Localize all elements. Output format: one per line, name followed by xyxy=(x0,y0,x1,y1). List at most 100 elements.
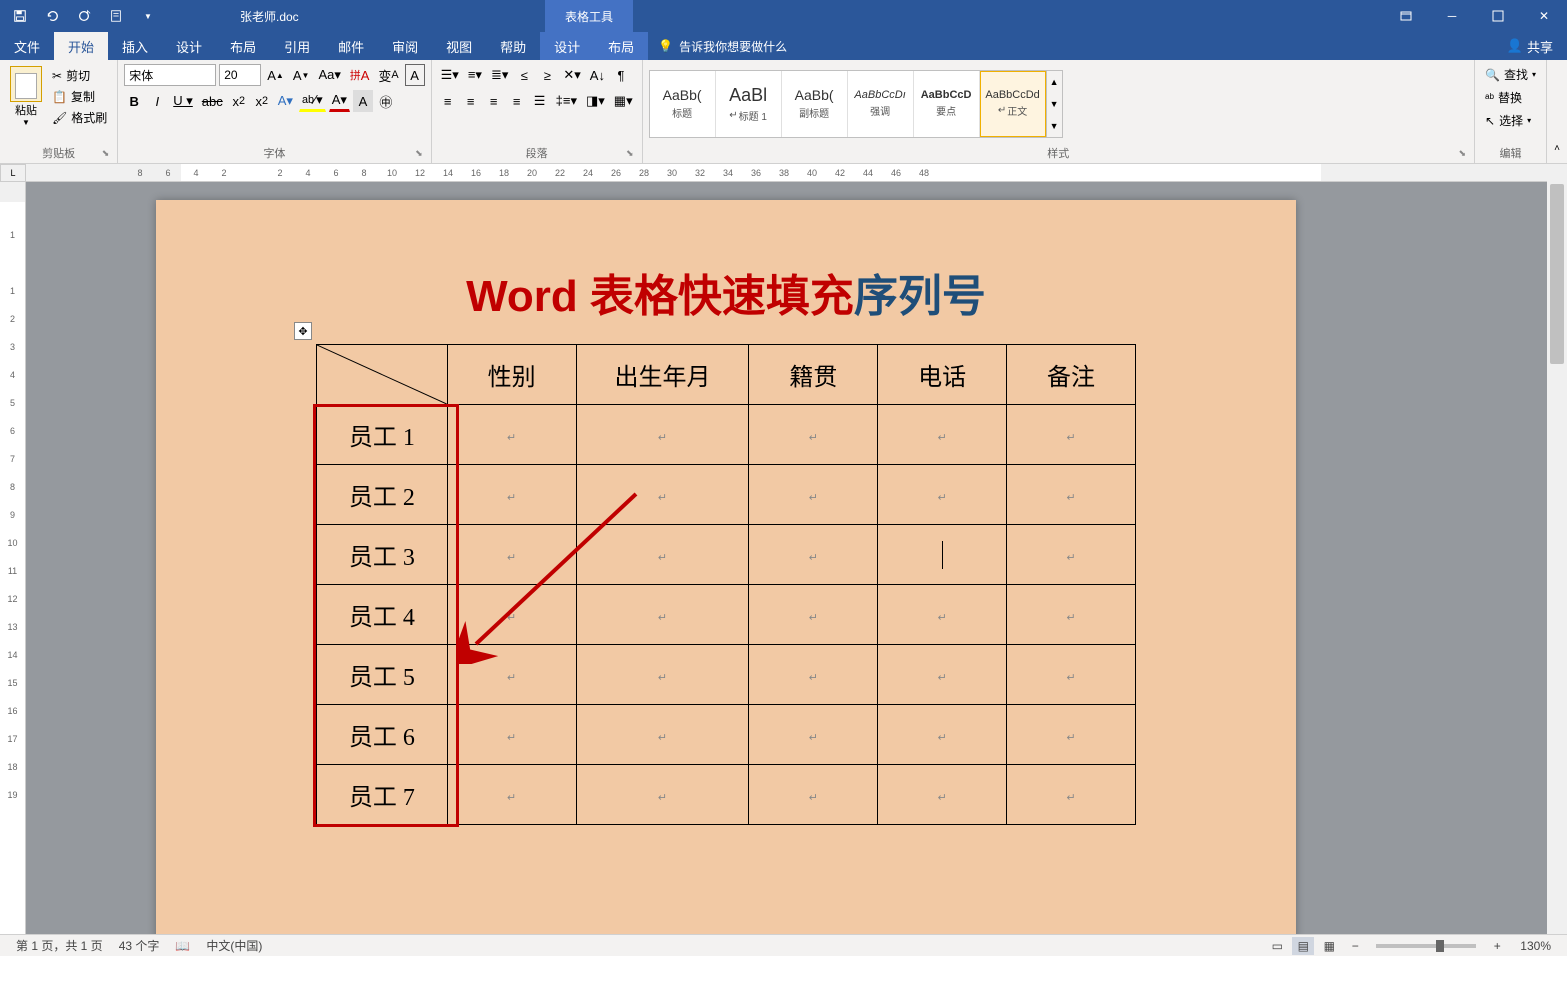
qat-doc-icon[interactable] xyxy=(104,4,128,28)
table-cell[interactable]: ↵ xyxy=(878,585,1007,645)
asian-layout-button[interactable]: ✕▾ xyxy=(560,64,583,86)
grow-font-button[interactable]: A▲ xyxy=(264,64,287,86)
table-cell[interactable]: ↵ xyxy=(749,585,878,645)
menu-layout[interactable]: 布局 xyxy=(216,32,270,60)
style-emphasis[interactable]: AaBbCcDı 强调 xyxy=(848,71,914,137)
table-corner-cell[interactable] xyxy=(317,345,448,405)
table-cell[interactable]: ↵ xyxy=(447,765,576,825)
numbering-button[interactable]: ≡▾ xyxy=(465,64,485,86)
cut-button[interactable]: ✂ 剪切 xyxy=(50,66,109,85)
select-button[interactable]: ↖ 选择 ▾ xyxy=(1481,110,1540,131)
undo-button[interactable] xyxy=(40,4,64,28)
table-cell[interactable]: ↵ xyxy=(1007,705,1136,765)
spell-check-icon[interactable]: 📖 xyxy=(167,939,198,953)
bullets-button[interactable]: ☰▾ xyxy=(438,64,462,86)
read-mode-button[interactable]: ▭ xyxy=(1266,937,1288,955)
copy-button[interactable]: 📋 复制 xyxy=(50,87,109,106)
share-button[interactable]: 👤 共享 xyxy=(1493,37,1567,56)
highlight-button[interactable]: ab⁄▾ xyxy=(299,90,326,112)
minimize-button[interactable]: ─ xyxy=(1429,0,1475,32)
table-cell[interactable]: ↵ xyxy=(576,525,749,585)
table-cell[interactable]: ↵ xyxy=(1007,465,1136,525)
align-right-button[interactable]: ≡ xyxy=(484,90,504,112)
increase-indent-button[interactable]: ≥ xyxy=(537,64,557,86)
styles-scroll-down[interactable]: ▼ xyxy=(1047,93,1062,115)
table-cell[interactable]: ↵ xyxy=(1007,765,1136,825)
line-spacing-button[interactable]: ‡≡▾ xyxy=(553,90,580,112)
styles-more[interactable]: ▼ xyxy=(1047,115,1062,137)
style-heading[interactable]: AaBb( 标题 xyxy=(650,71,716,137)
table-cell[interactable] xyxy=(878,525,1007,585)
row-label-cell[interactable]: 员工 5 xyxy=(317,645,448,705)
strike-button[interactable]: abc xyxy=(199,90,226,112)
header-origin[interactable]: 籍贯 xyxy=(749,345,878,405)
table-cell[interactable]: ↵ xyxy=(447,405,576,465)
table-cell[interactable]: ↵ xyxy=(749,765,878,825)
close-button[interactable]: ✕ xyxy=(1521,0,1567,32)
menu-design[interactable]: 设计 xyxy=(162,32,216,60)
table-cell[interactable]: ↵ xyxy=(576,585,749,645)
superscript-button[interactable]: x2 xyxy=(252,90,272,112)
underline-button[interactable]: U ▾ xyxy=(170,90,196,112)
table-cell[interactable]: ↵ xyxy=(576,645,749,705)
table-cell[interactable]: ↵ xyxy=(576,765,749,825)
word-count[interactable]: 43 个字 xyxy=(111,937,168,954)
menu-references[interactable]: 引用 xyxy=(270,32,324,60)
qat-dropdown[interactable]: ▼ xyxy=(136,4,160,28)
sort-button[interactable]: A↓ xyxy=(587,64,608,86)
menu-help[interactable]: 帮助 xyxy=(486,32,540,60)
table-cell[interactable]: ↵ xyxy=(447,705,576,765)
save-button[interactable] xyxy=(8,4,32,28)
table-move-handle[interactable]: ✥ xyxy=(294,322,312,340)
menu-review[interactable]: 审阅 xyxy=(378,32,432,60)
change-case-button[interactable]: Aa▾ xyxy=(315,64,343,86)
page-count[interactable]: 第 1 页，共 1 页 xyxy=(8,937,111,954)
table-cell[interactable]: ↵ xyxy=(1007,645,1136,705)
document-area[interactable]: Word 表格快速填充序列号 ✥ 性别 出生年月 籍贯 电话 备注 员工 1↵↵… xyxy=(26,182,1547,934)
table-cell[interactable]: ↵ xyxy=(749,525,878,585)
row-label-cell[interactable]: 员工 1 xyxy=(317,405,448,465)
menu-table-design[interactable]: 设计 xyxy=(540,32,594,60)
font-size-select[interactable] xyxy=(219,64,261,86)
row-label-cell[interactable]: 员工 6 xyxy=(317,705,448,765)
style-heading1[interactable]: AaBl ↵标题 1 xyxy=(716,71,782,137)
table-cell[interactable]: ↵ xyxy=(447,525,576,585)
distributed-button[interactable]: ☰ xyxy=(530,90,550,112)
web-layout-button[interactable]: ▦ xyxy=(1318,937,1340,955)
horizontal-ruler[interactable]: 8642246810121416182022242628303234363840… xyxy=(26,164,1547,182)
font-expand[interactable]: ⬊ xyxy=(415,148,423,159)
style-subtitle[interactable]: AaBb( 副标题 xyxy=(782,71,848,137)
phonetic-guide-button[interactable]: 拼A xyxy=(347,64,373,86)
table-cell[interactable]: ↵ xyxy=(878,405,1007,465)
font-color-button[interactable]: A▾ xyxy=(329,90,350,112)
enclose-char-button[interactable]: ㊥ xyxy=(376,90,396,112)
vertical-scrollbar[interactable] xyxy=(1547,164,1567,934)
table-cell[interactable]: ↵ xyxy=(878,765,1007,825)
style-strong[interactable]: AaBbCcD 要点 xyxy=(914,71,980,137)
table-cell[interactable]: ↵ xyxy=(576,465,749,525)
table-cell[interactable]: ↵ xyxy=(878,705,1007,765)
maximize-button[interactable] xyxy=(1475,0,1521,32)
header-remark[interactable]: 备注 xyxy=(1007,345,1136,405)
shading-button[interactable]: ◨▾ xyxy=(583,90,608,112)
text-effects-button[interactable]: A▾ xyxy=(275,90,296,112)
page[interactable]: Word 表格快速填充序列号 ✥ 性别 出生年月 籍贯 电话 备注 员工 1↵↵… xyxy=(156,200,1296,934)
table-cell[interactable]: ↵ xyxy=(749,465,878,525)
table-cell[interactable]: ↵ xyxy=(878,645,1007,705)
multilevel-list-button[interactable]: ≣▾ xyxy=(488,64,511,86)
char-shading-button[interactable]: A xyxy=(353,90,373,112)
shrink-font-button[interactable]: A▼ xyxy=(290,64,313,86)
table-cell[interactable]: ↵ xyxy=(1007,405,1136,465)
language-status[interactable]: 中文(中国) xyxy=(198,937,270,954)
zoom-out-button[interactable]: − xyxy=(1344,937,1366,955)
tell-me-search[interactable]: 💡 告诉我你想要做什么 xyxy=(658,38,787,55)
header-gender[interactable]: 性别 xyxy=(447,345,576,405)
header-birth[interactable]: 出生年月 xyxy=(576,345,749,405)
borders-button[interactable]: ▦▾ xyxy=(611,90,636,112)
menu-insert[interactable]: 插入 xyxy=(108,32,162,60)
show-marks-button[interactable]: ¶ xyxy=(611,64,631,86)
align-center-button[interactable]: ≡ xyxy=(461,90,481,112)
scrollbar-thumb[interactable] xyxy=(1550,184,1564,364)
format-painter-button[interactable]: 🖌 格式刷 xyxy=(50,108,109,127)
styles-scroll-up[interactable]: ▲ xyxy=(1047,71,1062,93)
